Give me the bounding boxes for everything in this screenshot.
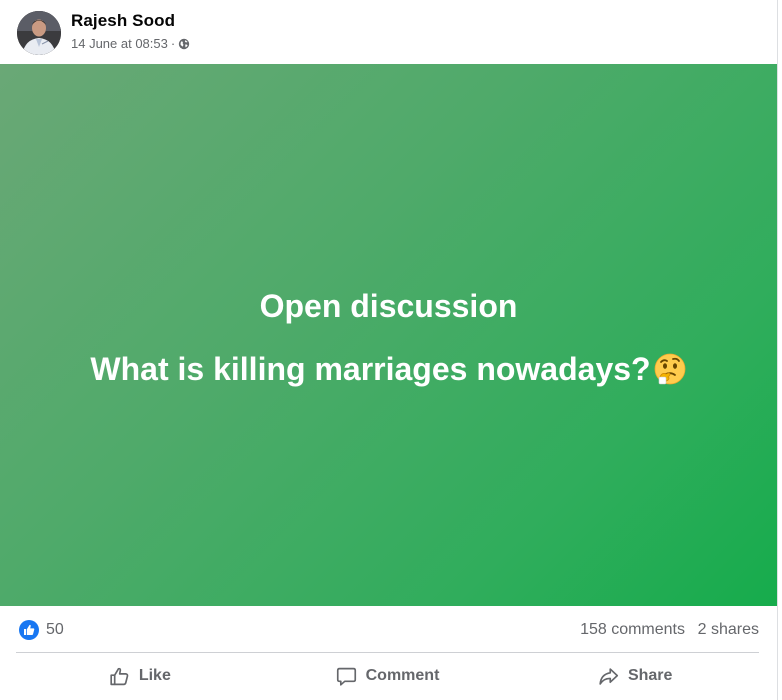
post-stats: 50 158 comments 2 shares [0,606,777,652]
post: Rajesh Sood 14 June at 08:53 · Open disc… [0,0,782,700]
post-meta: 14 June at 08:53 · [71,36,190,51]
post-text-heading: Open discussion [259,288,518,324]
globe-icon[interactable] [178,38,190,50]
comment-icon [336,667,356,686]
post-timestamp[interactable]: 14 June at 08:53 [71,36,168,51]
share-button[interactable]: Share [511,656,759,696]
reaction-count[interactable]: 50 [46,621,64,639]
share-icon [599,667,619,685]
share-button-label: Share [627,667,673,684]
like-button[interactable]: Like [16,656,264,696]
post-actions: Like Comment Share [16,656,759,696]
actions-divider [16,652,759,653]
post-text-question: What is killing marriages nowadays? [0,351,777,388]
thinking-face-emoji [653,352,687,386]
post-background-card[interactable]: Open discussion What is killing marriage… [0,64,777,606]
comment-button[interactable]: Comment [264,656,512,696]
shares-count[interactable]: 2 shares [698,621,759,639]
avatar[interactable] [17,11,61,55]
like-button-label: Like [138,667,171,684]
comments-count[interactable]: 158 comments [580,621,685,639]
like-icon [110,667,129,685]
post-header: Rajesh Sood 14 June at 08:53 · [0,0,777,64]
comment-button-label: Comment [365,667,440,684]
meta-separator: · [170,36,176,51]
author-name[interactable]: Rajesh Sood [71,11,175,31]
post-question-text: What is killing marriages nowadays? [90,351,651,387]
like-reaction-icon[interactable] [19,620,39,640]
